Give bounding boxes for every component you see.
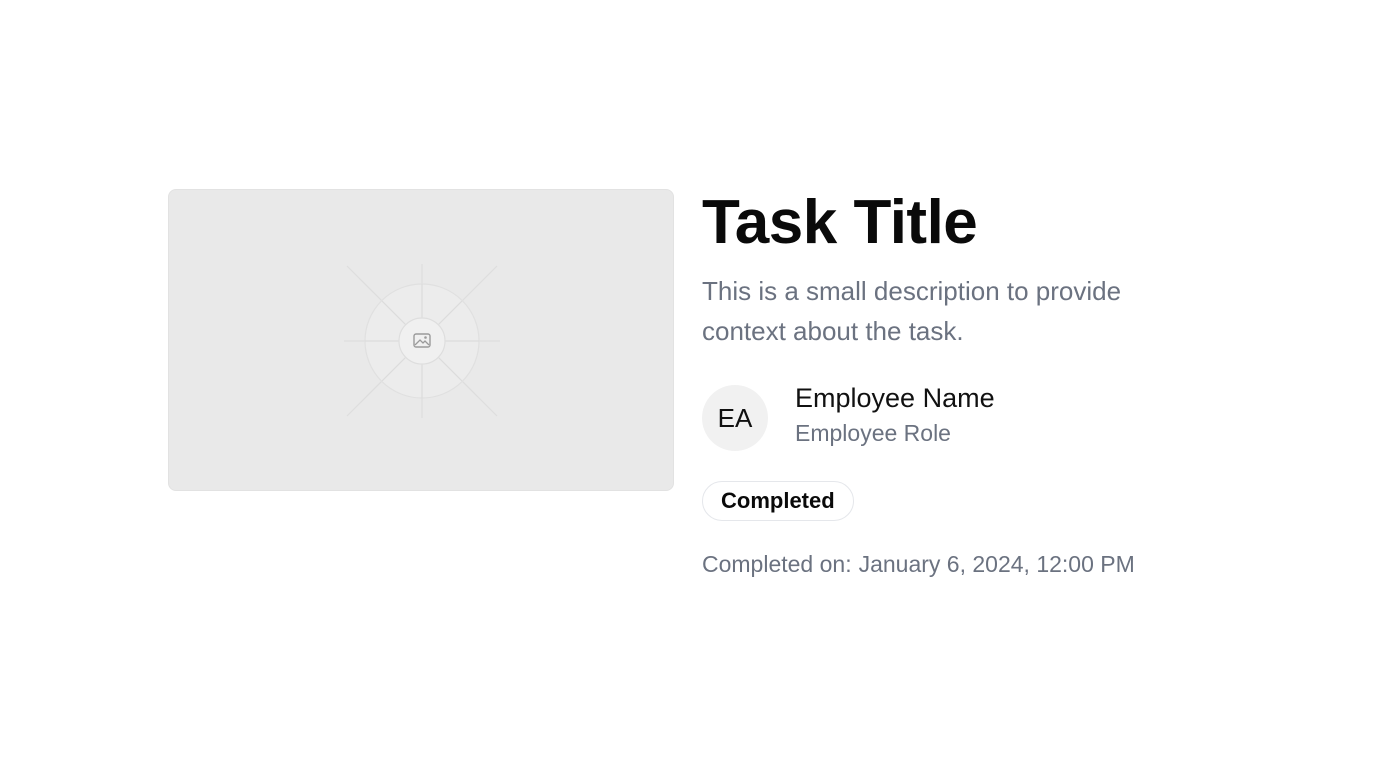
status-badge: Completed xyxy=(702,481,854,521)
avatar: EA xyxy=(702,385,768,451)
employee-info: EA Employee Name Employee Role xyxy=(702,383,1262,451)
task-description: This is a small description to provide c… xyxy=(702,276,1122,346)
task-info: Task Title This is a small description t… xyxy=(702,190,1262,578)
placeholder-graphic xyxy=(344,264,500,418)
completion-info: Completed on: January 6, 2024, 12:00 PM xyxy=(702,551,1262,578)
employee-role: Employee Role xyxy=(795,420,951,446)
completion-datetime: January 6, 2024, 12:00 PM xyxy=(858,551,1135,577)
completion-label: Completed on: xyxy=(702,551,852,577)
employee-details: Employee Name Employee Role xyxy=(795,381,995,449)
employee-name: Employee Name xyxy=(795,383,995,413)
task-title: Task Title xyxy=(702,188,978,257)
task-image-placeholder xyxy=(168,189,674,491)
task-card: Task Title This is a small description t… xyxy=(0,0,1376,768)
